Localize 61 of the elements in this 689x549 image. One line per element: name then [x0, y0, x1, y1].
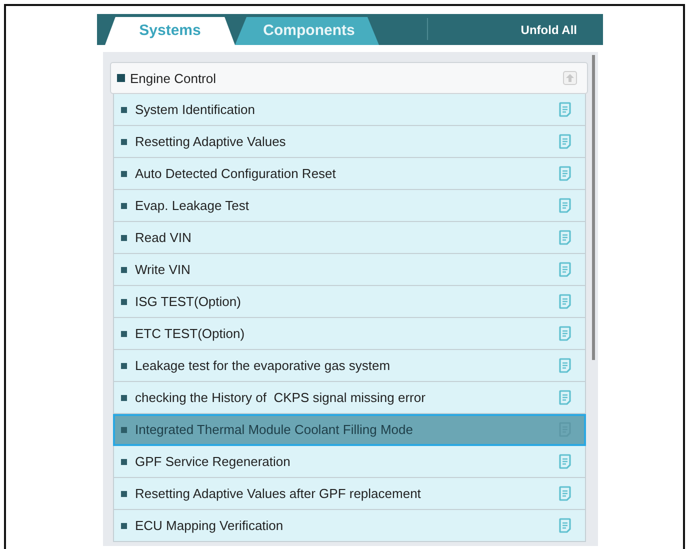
group-title: Engine Control: [130, 70, 216, 86]
item-label: Evap. Leakage Test: [135, 198, 249, 213]
bullet-icon: [121, 394, 127, 400]
bullet-icon: [121, 330, 127, 336]
document-icon[interactable]: [559, 294, 571, 309]
document-icon[interactable]: [559, 102, 571, 117]
bullet-icon: [121, 106, 127, 112]
item-label: checking the History of CKPS signal missing error: [135, 390, 426, 405]
bullet-icon: [121, 362, 127, 368]
item-label: Resetting Adaptive Values after GPF replacement: [135, 486, 421, 501]
bullet-icon: [121, 458, 127, 464]
document-icon[interactable]: [559, 134, 571, 149]
document-icon[interactable]: [559, 486, 571, 501]
item-label: Leakage test for the evaporative gas system: [135, 358, 390, 373]
list-item[interactable]: checking the History of CKPS signal missing error: [113, 382, 586, 414]
list-item[interactable]: ETC TEST(Option): [113, 318, 586, 350]
item-label: ECU Mapping Verification: [135, 518, 284, 533]
list-item[interactable]: Write VIN: [113, 254, 586, 286]
list-item[interactable]: Evap. Leakage Test: [113, 190, 586, 222]
list-item[interactable]: Auto Detected Configuration Reset: [113, 158, 586, 190]
document-icon[interactable]: [559, 358, 571, 373]
document-icon[interactable]: [559, 166, 571, 181]
bullet-icon: [121, 138, 127, 144]
group-header[interactable]: Engine Control: [110, 62, 588, 94]
item-label: System Identification: [135, 102, 255, 117]
bullet-icon: [121, 234, 127, 240]
document-icon[interactable]: [559, 262, 571, 277]
bullet-icon: [121, 426, 127, 432]
item-label: GPF Service Regeneration: [135, 454, 290, 469]
document-icon[interactable]: [559, 230, 571, 245]
document-icon[interactable]: [559, 198, 571, 213]
bullet-icon: [121, 298, 127, 304]
item-label: ISG TEST(Option): [135, 294, 241, 309]
bullet-icon: [121, 202, 127, 208]
bullet-icon: [117, 74, 125, 82]
document-icon[interactable]: [559, 390, 571, 405]
bullet-icon: [121, 522, 127, 528]
list-item[interactable]: Resetting Adaptive Values after GPF replacement: [113, 478, 586, 510]
bullet-icon: [121, 266, 127, 272]
bullet-icon: [121, 170, 127, 176]
collapse-icon[interactable]: [563, 71, 577, 85]
item-label: ETC TEST(Option): [135, 326, 245, 341]
item-label: Resetting Adaptive Values: [135, 134, 286, 149]
list-item[interactable]: ISG TEST(Option): [113, 286, 586, 318]
list-item[interactable]: ECU Mapping Verification: [113, 510, 586, 542]
list-item[interactable]: Leakage test for the evaporative gas system: [113, 350, 586, 382]
bullet-icon: [121, 490, 127, 496]
item-label: Auto Detected Configuration Reset: [135, 166, 336, 181]
list-item[interactable]: Integrated Thermal Module Coolant Filling Mode: [113, 414, 586, 446]
list-item[interactable]: Resetting Adaptive Values: [113, 126, 586, 158]
document-icon[interactable]: [559, 326, 571, 341]
item-label: Write VIN: [135, 262, 190, 277]
item-label: Read VIN: [135, 230, 192, 245]
list-item[interactable]: System Identification: [113, 94, 586, 126]
document-icon[interactable]: [559, 454, 571, 469]
document-icon[interactable]: [559, 518, 571, 533]
list-item[interactable]: GPF Service Regeneration: [113, 446, 586, 478]
item-label: Integrated Thermal Module Coolant Filling Mode: [135, 422, 413, 437]
scrollbar[interactable]: [592, 55, 595, 360]
list-item[interactable]: Read VIN: [113, 222, 586, 254]
unfold-all-button[interactable]: Unfold All: [520, 14, 603, 45]
